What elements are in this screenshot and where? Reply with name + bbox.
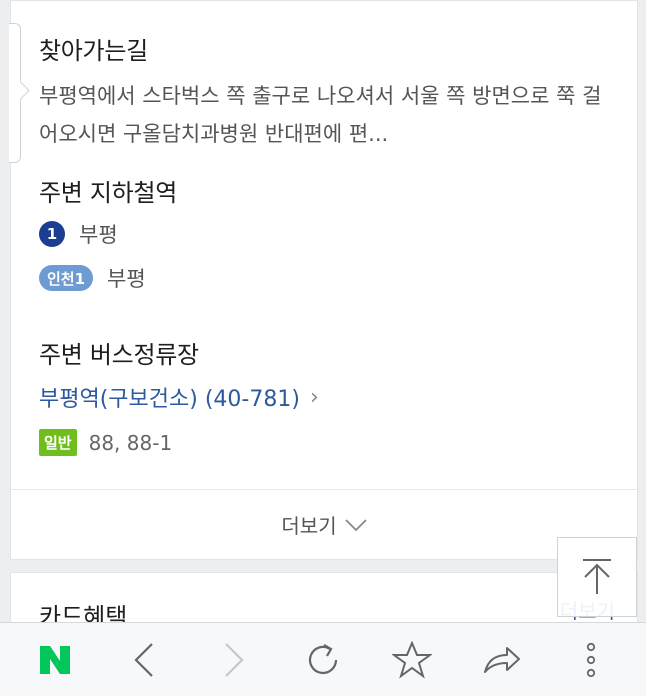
bus-type-badge: 일반 [39,429,77,456]
bus-stop-link[interactable]: 부평역(구보건소) (40-781) › [39,381,319,413]
more-menu-button[interactable] [561,630,621,690]
back-icon [134,642,153,677]
subway-line-1-badge: 1 [39,221,65,247]
share-icon [483,646,520,673]
place-info-card: 찾아가는길 부평역에서 스타벅스 쪽 출구로 나오셔서 서울 쪽 방면으로 쭉 … [9,0,638,560]
bus-stop-label: 부평역(구보건소) (40-781) [39,387,300,412]
forward-icon [224,642,244,677]
chevron-right-icon: › [309,384,319,410]
directions-text[interactable]: 부평역에서 스타벅스 쪽 출구로 나오셔서 서울 쪽 방면으로 쭉 걸어오시면 … [39,77,609,153]
browser-bottom-bar [0,622,646,696]
more-vertical-icon [587,642,596,677]
more-button[interactable]: 더보기 [11,489,637,559]
directions-title: 찾아가는길 [39,37,148,65]
bus-numbers: 88, 88-1 [88,430,173,455]
subway-line-row[interactable]: 1 부평 [39,219,118,249]
bookmark-star-icon [392,640,433,679]
bus-route-row: 일반 88, 88-1 [39,429,172,456]
side-tab-handle[interactable] [9,23,21,163]
scroll-to-top-icon [583,559,611,594]
back-button[interactable] [114,630,174,690]
naver-home-button[interactable] [25,630,85,690]
subway-station-name: 부평 [79,223,118,247]
subway-line-incheon1-badge: 인천1 [39,265,94,291]
refresh-icon [308,643,338,674]
subway-title: 주변 지하철역 [39,179,178,207]
more-label: 더보기 [281,514,337,538]
naver-logo-icon [39,645,70,674]
bus-title: 주변 버스정류장 [39,341,199,369]
forward-button[interactable] [204,630,264,690]
share-button[interactable] [472,630,532,690]
scroll-to-top-button[interactable] [557,537,637,617]
refresh-button[interactable] [293,630,353,690]
bookmark-button[interactable] [382,630,442,690]
chevron-down-icon [344,518,367,531]
subway-station-name: 부평 [107,267,146,291]
subway-line-row[interactable]: 인천1 부평 [39,263,146,293]
